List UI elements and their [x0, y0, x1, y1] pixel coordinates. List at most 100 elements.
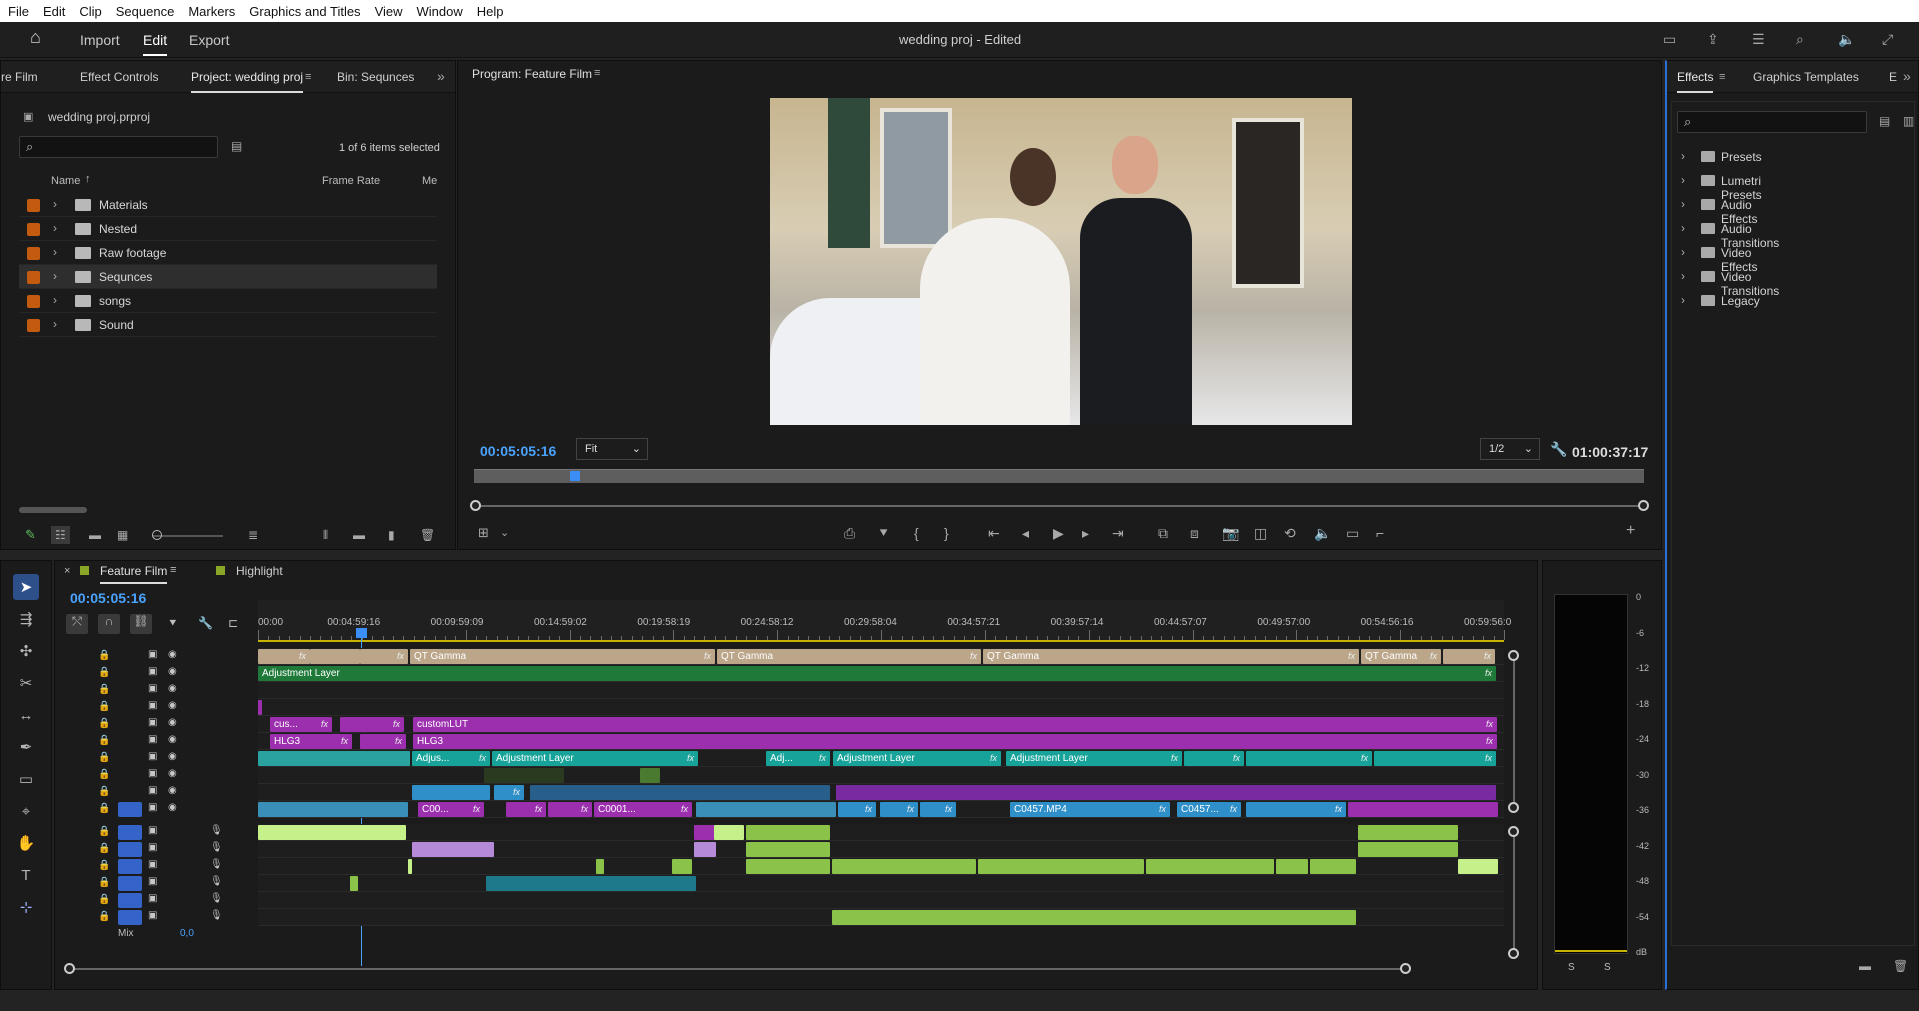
- timeline-clip[interactable]: QT Gamma fx: [717, 649, 981, 664]
- more-tabs-icon[interactable]: »: [437, 69, 445, 83]
- microphone-icon[interactable]: 🎙: [210, 842, 223, 853]
- tab-graphics-templates[interactable]: Graphics Templates: [1753, 70, 1859, 84]
- eye-icon[interactable]: ◉: [168, 785, 177, 796]
- project-item-nested[interactable]: › Nested: [19, 217, 437, 241]
- timeline-clip[interactable]: QT Gamma fx: [410, 649, 715, 664]
- lift-icon[interactable]: ⎙: [844, 526, 855, 540]
- tab-edit[interactable]: Edit: [143, 32, 168, 56]
- menu-file[interactable]: File: [8, 4, 29, 19]
- track-target[interactable]: [118, 683, 142, 698]
- sync-lock-icon[interactable]: ▣: [148, 700, 157, 711]
- column-header-name[interactable]: Name: [51, 175, 80, 187]
- track-header-v7[interactable]: 🔒 ▣ ◉: [56, 699, 258, 716]
- add-marker-icon[interactable]: ⯆: [878, 526, 889, 540]
- timeline-clip[interactable]: fx: [506, 802, 546, 817]
- timeline-clip[interactable]: Adjustment Layer fx: [258, 666, 1496, 681]
- timeline-h-scroll-right-handle[interactable]: [1400, 963, 1411, 974]
- chevron-right-icon[interactable]: ›: [53, 293, 57, 307]
- resolution-select[interactable]: 1/2 ⌄: [1480, 438, 1540, 460]
- sync-lock-icon[interactable]: ▣: [148, 842, 157, 853]
- chevron-right-icon[interactable]: ›: [53, 317, 57, 331]
- track-header-a5[interactable]: 🔒 ▣ 🎙: [56, 892, 258, 909]
- column-header-media[interactable]: Me: [422, 175, 437, 187]
- razor-tool-icon[interactable]: ✂: [13, 670, 39, 696]
- eye-icon[interactable]: ◉: [168, 666, 177, 677]
- tab-effect-controls[interactable]: Effect Controls: [80, 70, 158, 84]
- audio-v-scroll-bottom-handle[interactable]: [1508, 948, 1519, 959]
- panel-menu-icon[interactable]: ≡: [594, 66, 600, 80]
- timeline-clip[interactable]: [1310, 859, 1356, 874]
- tab-effects[interactable]: Effects: [1677, 70, 1714, 93]
- timeline-clip[interactable]: [746, 825, 830, 840]
- timeline-clip[interactable]: Adjustment Layer fx: [492, 751, 698, 766]
- menu-view[interactable]: View: [375, 4, 403, 19]
- zoom-scrollbar-right-handle[interactable]: [1638, 500, 1649, 511]
- horizontal-scrollbar[interactable]: [19, 507, 87, 513]
- snap-icon[interactable]: ∩: [98, 614, 120, 634]
- sync-lock-icon[interactable]: ▣: [148, 910, 157, 921]
- timeline-clip[interactable]: [1358, 825, 1458, 840]
- rectangle-tool-icon[interactable]: ▭: [13, 766, 39, 792]
- volume-icon[interactable]: 🔈: [1838, 32, 1855, 46]
- timeline-clip[interactable]: fx: [838, 802, 876, 817]
- audio-icon[interactable]: 🔈: [1314, 526, 1331, 540]
- go-to-in-icon[interactable]: ⇤: [988, 526, 1000, 540]
- microphone-icon[interactable]: 🎙: [210, 825, 223, 836]
- eye-icon[interactable]: ◉: [168, 683, 177, 694]
- new-search-bin-icon[interactable]: ▤: [231, 139, 242, 153]
- multicam-icon[interactable]: ▭: [1346, 526, 1359, 540]
- panel-menu-icon[interactable]: ≡: [170, 564, 176, 576]
- tab-feature-film-timeline[interactable]: Feature Film: [100, 564, 168, 584]
- sync-lock-icon[interactable]: ▣: [148, 802, 157, 813]
- timeline-clip[interactable]: C0457.MP4 fx: [1010, 802, 1170, 817]
- timeline-clip[interactable]: fx: [1246, 802, 1346, 817]
- eye-icon[interactable]: ◉: [168, 751, 177, 762]
- close-tab-icon[interactable]: ×: [64, 565, 70, 577]
- eye-icon[interactable]: ◉: [168, 768, 177, 779]
- step-back-icon[interactable]: ◂: [1022, 526, 1029, 540]
- lock-icon[interactable]: 🔒: [98, 650, 110, 661]
- track-header-v8[interactable]: 🔒 ▣ ◉: [56, 682, 258, 699]
- eye-icon[interactable]: ◉: [168, 717, 177, 728]
- project-item-sequnces[interactable]: › Sequnces: [19, 265, 437, 289]
- tab-export[interactable]: Export: [189, 32, 229, 48]
- mini-ruler-playhead[interactable]: [569, 471, 580, 481]
- eye-icon[interactable]: ◉: [168, 700, 177, 711]
- automate-to-sequence-icon[interactable]: ⫴: [323, 528, 328, 542]
- timeline-clip[interactable]: HLG3 fx: [413, 734, 1497, 749]
- label-color-swatch[interactable]: [27, 319, 40, 332]
- label-color-swatch[interactable]: [27, 271, 40, 284]
- lock-icon[interactable]: 🔒: [98, 826, 110, 837]
- microphone-icon[interactable]: 🎙: [210, 859, 223, 870]
- button-editor-plus-icon[interactable]: +: [1626, 523, 1635, 539]
- track-target[interactable]: [118, 802, 142, 817]
- track-header-v10[interactable]: 🔒 ▣ ◉: [56, 648, 258, 665]
- timeline-clip[interactable]: [1348, 802, 1498, 817]
- audio-v-scroll-top-handle[interactable]: [1508, 826, 1519, 837]
- wrench-icon[interactable]: 🔧: [1550, 442, 1567, 456]
- track-lane-v7[interactable]: [258, 699, 1504, 716]
- timeline-clip[interactable]: [640, 768, 660, 783]
- timeline-clip[interactable]: HLG3 fx: [270, 734, 352, 749]
- fullscreen-icon[interactable]: ⤢: [1882, 32, 1893, 46]
- sort-icons-icon[interactable]: ≣: [248, 528, 258, 542]
- menu-edit[interactable]: Edit: [43, 4, 65, 19]
- timeline-clip[interactable]: C0001... fx: [594, 802, 692, 817]
- timeline-clip-selected[interactable]: customLUT fx: [413, 717, 1497, 732]
- sync-lock-icon[interactable]: ▣: [148, 683, 157, 694]
- track-lane-a1[interactable]: [258, 824, 1504, 841]
- track-target[interactable]: [118, 700, 142, 715]
- track-header-v3[interactable]: 🔒 ▣ ◉: [56, 767, 258, 784]
- project-item-songs[interactable]: › songs: [19, 289, 437, 313]
- track-lane-a4[interactable]: [258, 875, 1504, 892]
- text-select-tool-icon[interactable]: ⌖: [13, 798, 39, 824]
- new-bin-icon[interactable]: ▬: [353, 528, 365, 542]
- lock-icon[interactable]: 🔒: [98, 718, 110, 729]
- track-target[interactable]: [118, 876, 142, 891]
- timeline-clip[interactable]: [350, 876, 358, 891]
- menu-window[interactable]: Window: [417, 4, 463, 19]
- label-color-swatch[interactable]: [27, 199, 40, 212]
- timeline-clip[interactable]: Adjustment Layer fx: [1006, 751, 1182, 766]
- timeline-clip[interactable]: fx: [360, 649, 408, 664]
- timeline-clip[interactable]: [1276, 859, 1308, 874]
